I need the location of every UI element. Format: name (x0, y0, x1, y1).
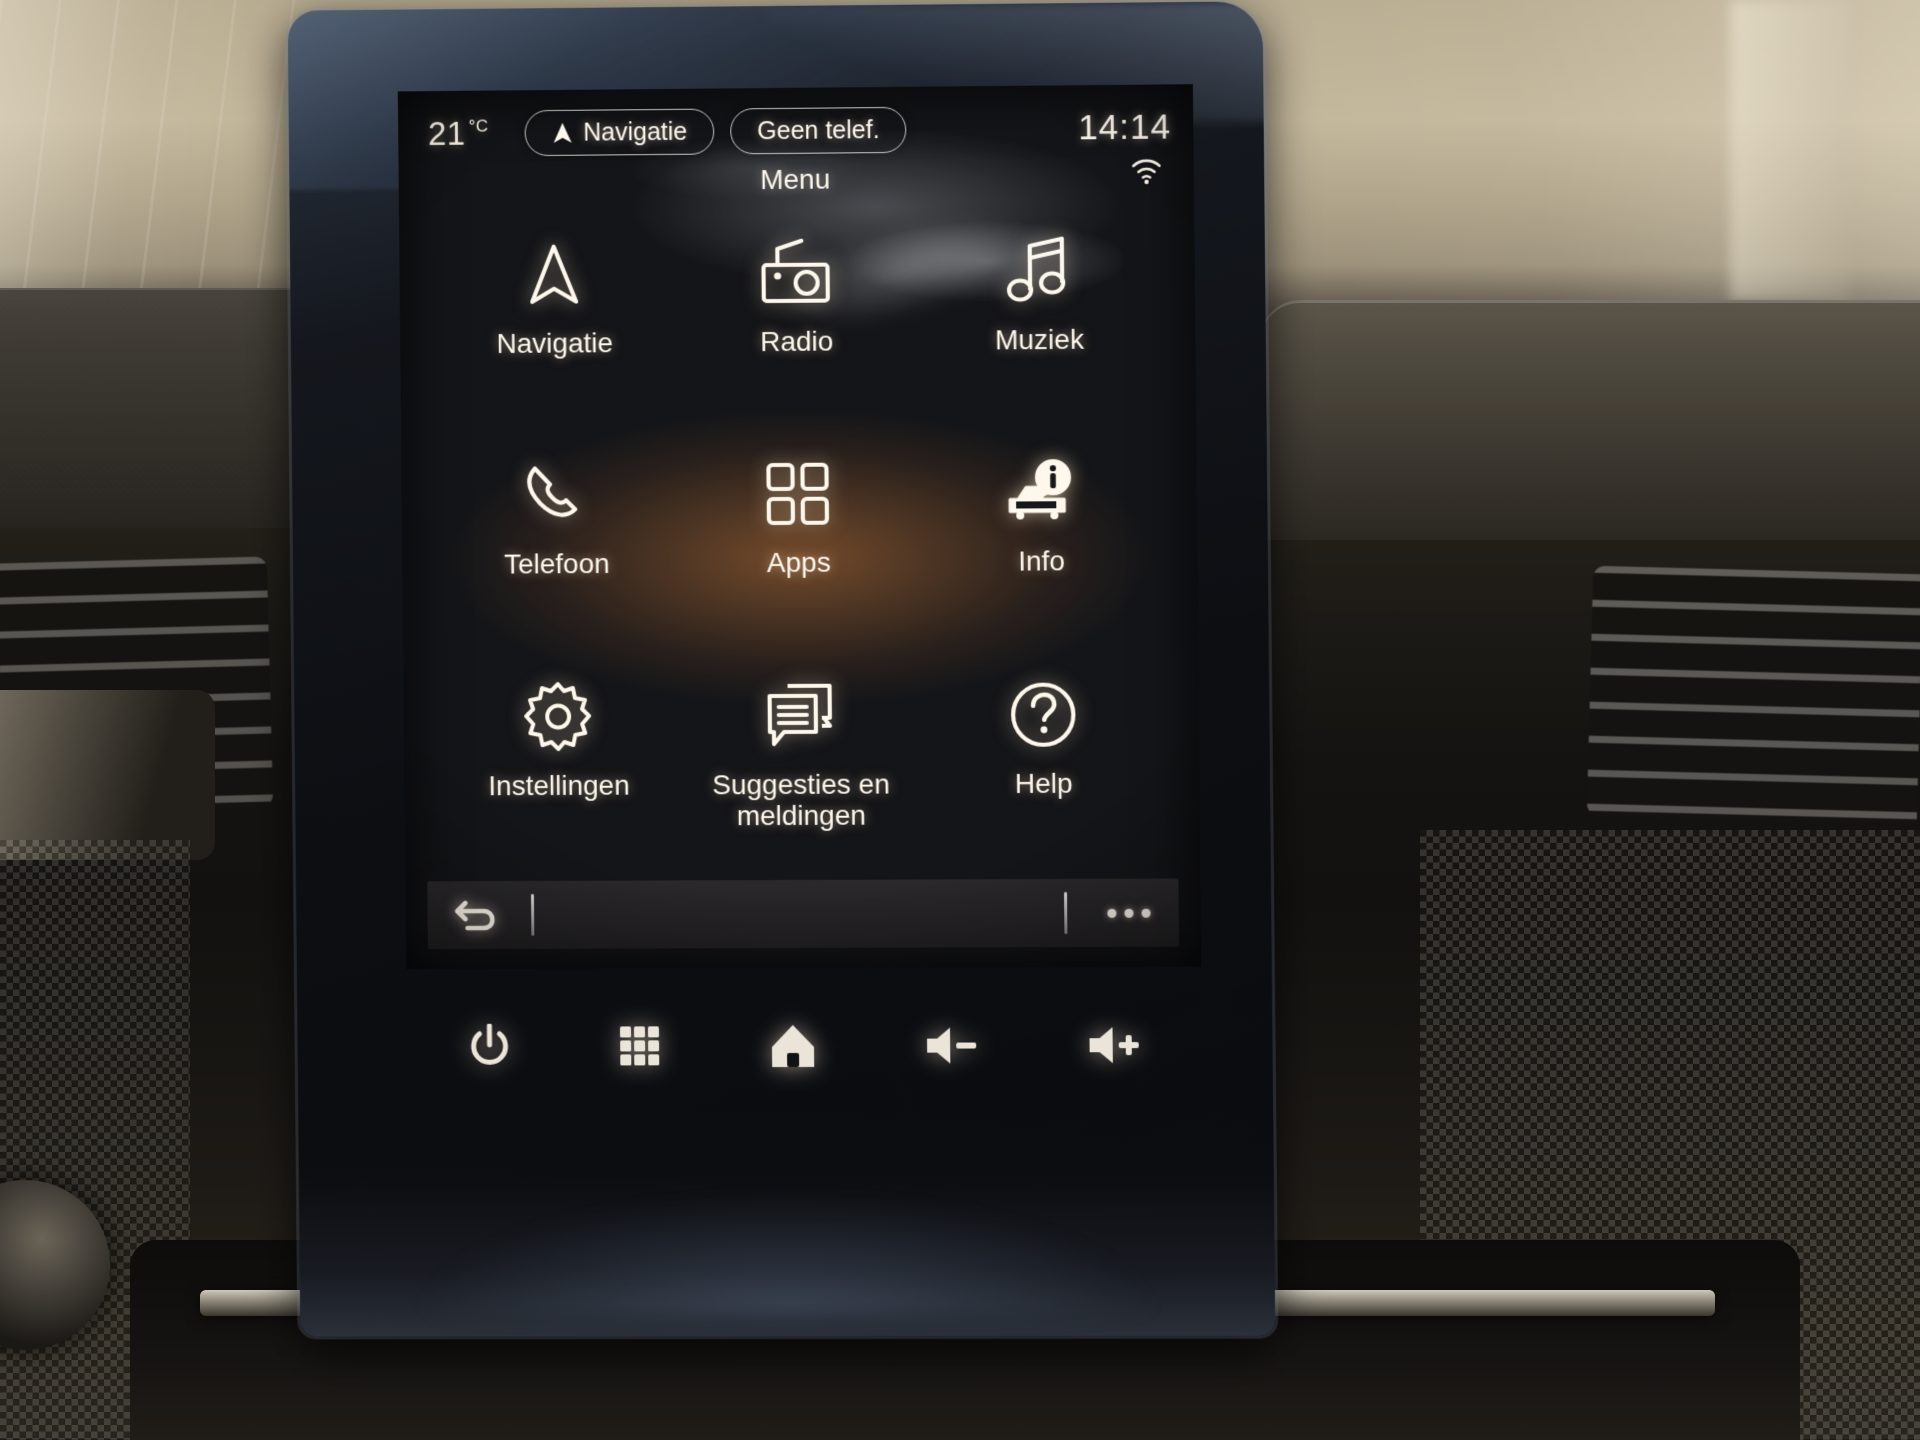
outside-temperature: 21 °C (428, 115, 489, 153)
more-dot (1141, 908, 1151, 918)
navigation-arrow-icon (524, 238, 585, 312)
menu-tile-radio[interactable]: Radio (674, 221, 918, 444)
radio-icon (758, 236, 835, 311)
question-mark-circle-icon (1009, 677, 1078, 751)
power-icon[interactable] (466, 1024, 512, 1070)
car-info-bubble-icon (1003, 455, 1078, 530)
clock: 14:14 (1077, 107, 1172, 148)
menu-tile-label: Radio (759, 325, 834, 358)
status-pill-phone[interactable]: Geen telef. (730, 106, 907, 155)
temperature-value: 21 (427, 114, 466, 152)
infotainment-screen: 21 °C Navigatie Geen telef. 14:14 Menu N… (397, 84, 1202, 970)
screen-bezel: 21 °C Navigatie Geen telef. 14:14 Menu N… (287, 1, 1276, 1337)
head-unit-lower-gloss (298, 1104, 1276, 1337)
menu-tile-label: Help (1014, 767, 1073, 799)
menu-tile-telefoon[interactable]: Telefoon (435, 444, 679, 666)
more-dot (1124, 908, 1134, 918)
menu-tile-apps[interactable]: Apps (677, 442, 921, 665)
menu-tile-navigatie[interactable]: Navigatie (433, 223, 677, 446)
menu-tile-help[interactable]: Help (921, 663, 1166, 886)
menu-tile-instellingen[interactable]: Instellingen (437, 665, 681, 887)
menu-tile-info[interactable]: Info (919, 441, 1164, 664)
navigation-arrow-icon (551, 121, 573, 145)
menu-tile-label: Telefoon (503, 548, 610, 580)
status-bar: 21 °C Navigatie Geen telef. 14:14 (398, 84, 1194, 163)
menu-tile-label: Instellingen (488, 769, 630, 801)
temperature-unit: °C (468, 116, 489, 136)
status-pill-phone-label: Geen telef. (757, 115, 880, 145)
status-pill-navigation[interactable]: Navigatie (524, 108, 715, 157)
menu-tile-label: Muziek (994, 323, 1085, 356)
home-icon[interactable] (768, 1023, 816, 1069)
volume-plus-icon[interactable] (1085, 1023, 1142, 1067)
menu-tile-label: Info (1018, 545, 1066, 577)
grid-four-squares-icon (766, 457, 831, 531)
menu-grid: Navigatie Radio Muziek Telefoon Apps Inf… (399, 193, 1201, 888)
gear-icon (523, 680, 593, 754)
hardware-key-strip (406, 990, 1202, 1102)
volume-minus-icon[interactable] (923, 1023, 980, 1067)
context-bar-divider-left (530, 893, 535, 936)
more-dot (1107, 908, 1117, 918)
more-dots-icon[interactable] (1107, 908, 1151, 918)
menu-tile-label: Apps (766, 547, 831, 579)
menu-tile-muziek[interactable]: Muziek (917, 219, 1162, 443)
status-pill-navigation-label: Navigatie (583, 117, 688, 147)
music-note-icon (1005, 234, 1072, 309)
context-bar (427, 878, 1180, 950)
head-unit-reflection (418, 1195, 1155, 1317)
phone-handset-icon (522, 459, 590, 533)
menu-tile-label: Navigatie (496, 327, 614, 360)
back-arrow-icon[interactable] (453, 897, 497, 933)
grid-nine-squares-icon[interactable] (618, 1024, 662, 1068)
menu-tile-suggesties-en-meldingen[interactable]: Suggesties en meldingen (679, 664, 923, 886)
speech-bubbles-icon (764, 678, 837, 752)
infotainment-head-unit: 21 °C Navigatie Geen telef. 14:14 Menu N… (287, 1, 1276, 1337)
context-bar-divider-right (1064, 891, 1068, 935)
menu-tile-label: Suggesties en meldingen (712, 768, 890, 832)
